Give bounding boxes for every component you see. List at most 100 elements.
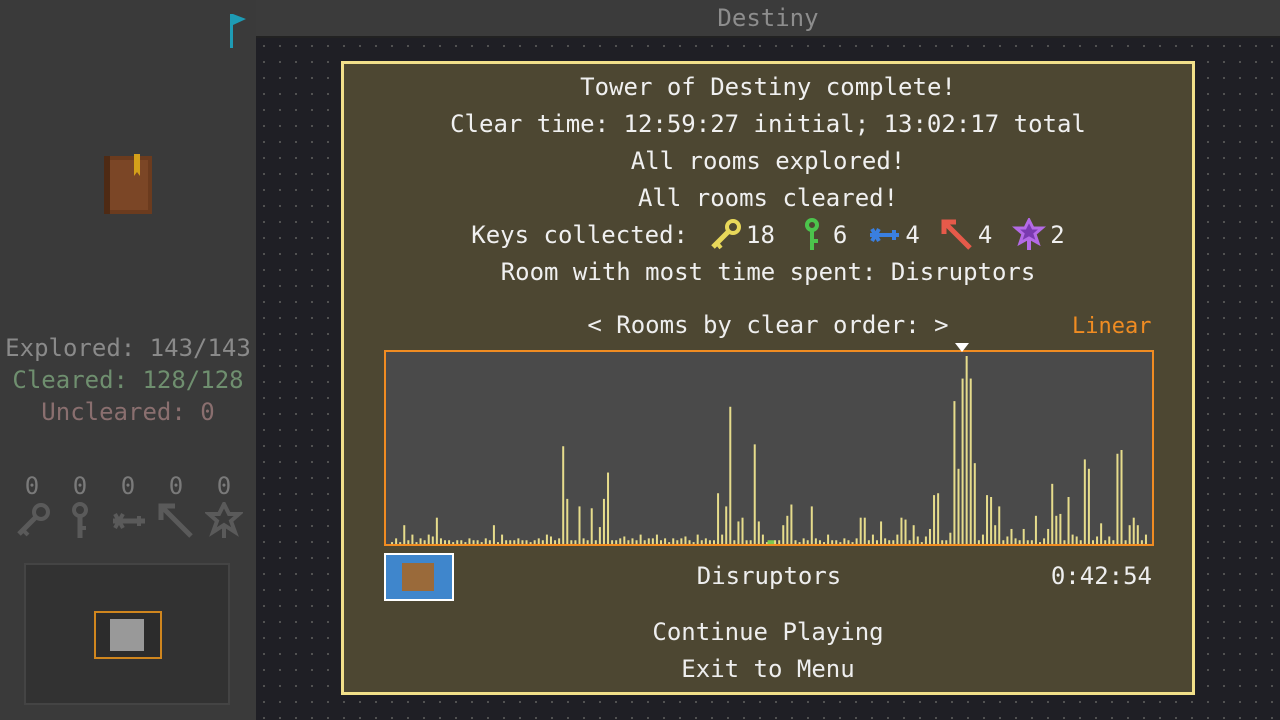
chart-bar[interactable] [639,534,642,544]
chart-bar[interactable] [391,542,394,544]
chart-bar[interactable] [798,542,801,544]
chart-bar[interactable] [1010,528,1013,544]
chart-bar[interactable] [684,536,687,544]
chart-bar[interactable] [439,538,442,544]
chart-bar[interactable] [1136,525,1139,544]
chart-bar[interactable] [1083,459,1086,544]
chart-bar[interactable] [892,540,895,544]
chart-bar[interactable] [578,506,581,544]
chart-bar[interactable] [676,540,679,544]
chart-bar[interactable] [704,538,707,544]
chart-bar[interactable] [602,498,605,544]
chart-bar[interactable] [1055,515,1058,544]
chart-bar[interactable] [1063,540,1066,544]
chart-bar[interactable] [635,540,638,544]
chart-bar[interactable] [1112,540,1115,544]
chart-bar[interactable] [941,540,944,544]
chart-bar[interactable] [875,540,878,544]
chart-bar[interactable] [998,506,1001,544]
chart-bar[interactable] [1124,540,1127,544]
chart-bar[interactable] [920,542,923,544]
chart-bar[interactable] [708,540,711,544]
chart-bar[interactable] [696,534,699,544]
chart-bar[interactable] [419,538,422,544]
chart-bar[interactable] [427,534,430,544]
minimap[interactable] [24,563,230,705]
chart-bar[interactable] [1002,540,1005,544]
chart-bar[interactable] [933,495,936,544]
chart-bar[interactable] [607,472,610,544]
chart-bar[interactable] [839,542,842,544]
chart-bar[interactable] [415,542,418,544]
chart-bar[interactable] [566,498,569,544]
chart-bar[interactable] [753,444,756,544]
chart-bar[interactable] [884,538,887,544]
chart-bar-selected[interactable] [767,540,775,544]
exit-to-menu-button[interactable]: Exit to Menu [344,651,1192,687]
chart-bar[interactable] [871,534,874,544]
chart-bar[interactable] [973,463,976,544]
chart-bar[interactable] [594,540,597,544]
chart-bar[interactable] [627,540,630,544]
chart-bar[interactable] [590,508,593,544]
chart-bar[interactable] [908,540,911,544]
chart-bar[interactable] [525,540,528,544]
chart-bar[interactable] [802,538,805,544]
chart-bar[interactable] [990,497,993,544]
chart-bar[interactable] [774,540,777,544]
chart-bar[interactable] [949,532,952,544]
chart-bar[interactable] [859,517,862,544]
chart-bar[interactable] [582,538,585,544]
chart-bar[interactable] [444,540,447,544]
chart-bar[interactable] [721,534,724,544]
chart-bar[interactable] [1116,453,1119,544]
chart-bar[interactable] [953,401,956,544]
chart-bar[interactable] [468,538,471,544]
chart-bar[interactable] [1030,540,1033,544]
chart-bar[interactable] [741,517,744,544]
chart-bar[interactable] [786,515,789,544]
chart-bar[interactable] [1104,540,1107,544]
chart-bar[interactable] [476,540,479,544]
chart-bar[interactable] [456,540,459,544]
chart-bar[interactable] [1128,525,1131,544]
chart-bar[interactable] [912,525,915,544]
chart-bar[interactable] [1087,468,1090,544]
chart-bar[interactable] [1014,538,1017,544]
chart-bar[interactable] [513,540,516,544]
chart-bar[interactable] [1059,513,1062,544]
chart-bar[interactable] [928,528,931,544]
chart-bar[interactable] [464,542,467,544]
chart-bar[interactable] [509,540,512,544]
chart-bar[interactable] [1096,536,1099,544]
chart-bar[interactable] [916,536,919,544]
chart-bar[interactable] [423,540,426,544]
chart-bar[interactable] [977,540,980,544]
chart-bar[interactable] [733,540,736,544]
chart-bar[interactable] [1071,534,1074,544]
chart-bar[interactable] [395,538,398,544]
chart-bar[interactable] [655,534,658,544]
chart-bar[interactable] [924,536,927,544]
chart-bar[interactable] [672,538,675,544]
chart-bar[interactable] [761,534,764,544]
chart-bar[interactable] [488,540,491,544]
chart-bar[interactable] [1067,497,1070,544]
chart-bar[interactable] [1132,517,1135,544]
chart-bar[interactable] [1120,450,1123,544]
chart-bar[interactable] [847,540,850,544]
chart-bar[interactable] [533,540,536,544]
chart-bar[interactable] [411,534,414,544]
chart-bar[interactable] [452,542,455,544]
chart-bar[interactable] [737,521,740,544]
chart-bar[interactable] [994,525,997,544]
chart-bar[interactable] [867,540,870,544]
chart-bar[interactable] [484,538,487,544]
chart-bar[interactable] [529,542,532,544]
chart-bar[interactable] [831,540,834,544]
chart-bar[interactable] [541,540,544,544]
chart-bar[interactable] [480,542,483,544]
chart-bar[interactable] [660,540,663,544]
chart-bar[interactable] [794,540,797,544]
chart-bar[interactable] [1018,540,1021,544]
